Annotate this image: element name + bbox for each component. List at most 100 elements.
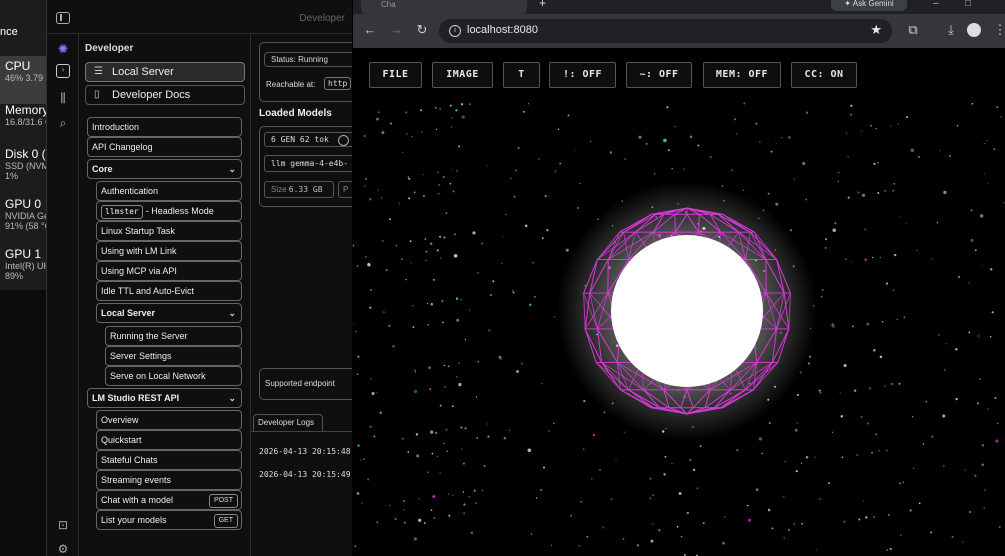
download-icon[interactable]: ⊡ bbox=[54, 516, 72, 534]
doc-mcp-api[interactable]: Using MCP via API bbox=[96, 261, 242, 281]
star bbox=[443, 364, 446, 367]
star bbox=[624, 158, 627, 160]
book-icon: ▯ bbox=[94, 89, 100, 100]
forward-arrow-icon[interactable]: → bbox=[387, 22, 405, 37]
mem-toggle[interactable]: MEM: OFF bbox=[703, 62, 781, 88]
star bbox=[867, 422, 870, 425]
cc-toggle[interactable]: CC: ON bbox=[791, 62, 857, 88]
star bbox=[758, 437, 763, 441]
image-button[interactable]: IMAGE bbox=[432, 62, 493, 88]
developer-docs-nav-button[interactable]: ▯ Developer Docs bbox=[85, 85, 245, 105]
doc-streaming-events[interactable]: Streaming events bbox=[96, 470, 242, 490]
models-icon[interactable]: ⫼ bbox=[54, 89, 72, 107]
doc-linux-startup[interactable]: Linux Startup Task bbox=[96, 221, 242, 241]
star bbox=[535, 497, 538, 499]
star bbox=[458, 362, 460, 364]
doc-running-server[interactable]: Running the Server bbox=[105, 326, 242, 346]
terminal-icon[interactable]: › bbox=[56, 64, 70, 78]
star bbox=[424, 238, 427, 240]
star bbox=[699, 445, 702, 448]
model-name[interactable]: llm gemma-4-e4b- bbox=[264, 155, 352, 172]
loaded-model-card[interactable]: 6 GEN 62 tok llm gemma-4-e4b- Size 6.33 … bbox=[259, 126, 352, 207]
chevron-down-icon: ⌄ bbox=[228, 393, 236, 403]
download-icon[interactable]: ⤓ bbox=[942, 22, 960, 38]
star bbox=[382, 311, 385, 314]
star bbox=[622, 537, 625, 540]
supported-endpoints-label: Supported endpoint bbox=[265, 379, 335, 388]
star bbox=[359, 459, 362, 461]
developer-logs-tab[interactable]: Developer Logs bbox=[253, 414, 323, 431]
status-indicator[interactable]: Status: Running bbox=[264, 52, 352, 67]
browser-tab[interactable]: Cha bbox=[361, 0, 527, 14]
settings-gear-icon[interactable]: ⚙ bbox=[54, 540, 72, 556]
star bbox=[367, 478, 370, 481]
star bbox=[527, 102, 530, 105]
new-tab-icon[interactable]: + bbox=[539, 0, 546, 10]
doc-list-models[interactable]: List your models GET bbox=[96, 510, 242, 530]
star bbox=[650, 539, 654, 543]
star bbox=[850, 113, 852, 116]
profile-avatar[interactable] bbox=[967, 23, 981, 37]
doc-idle-ttl[interactable]: Idle TTL and Auto-Evict bbox=[96, 281, 242, 301]
mesh-edge bbox=[698, 214, 700, 233]
doc-section-rest-api[interactable]: LM Studio REST API ⌄ bbox=[87, 388, 242, 408]
doc-section-local-server[interactable]: Local Server ⌄ bbox=[96, 303, 242, 323]
star bbox=[602, 526, 605, 529]
address-bar[interactable]: i localhost:8080 ★ bbox=[439, 19, 892, 43]
perf-item-gpu1[interactable]: GPU 1 Intel(R) UH 89% bbox=[0, 244, 46, 292]
star bbox=[886, 549, 889, 551]
star bbox=[439, 472, 441, 474]
back-arrow-icon[interactable]: ← bbox=[361, 22, 379, 37]
star bbox=[970, 238, 974, 243]
reachable-url[interactable]: http bbox=[324, 77, 352, 90]
supported-endpoints-card[interactable]: Supported endpoint bbox=[259, 368, 352, 400]
doc-introduction[interactable]: Introduction bbox=[87, 117, 242, 137]
reload-icon[interactable]: ↻ bbox=[413, 22, 431, 38]
doc-authentication[interactable]: Authentication bbox=[96, 181, 242, 201]
doc-server-settings[interactable]: Server Settings bbox=[105, 346, 242, 366]
sidebar-toggle-icon[interactable] bbox=[56, 12, 70, 24]
menu-dots-icon[interactable]: ⋮ bbox=[991, 22, 1005, 38]
perf-item-memory[interactable]: Memory 16.8/31.6 G bbox=[0, 100, 46, 148]
developer-bug-icon[interactable]: ✺ bbox=[54, 40, 72, 58]
ask-gemini-button[interactable]: ✦ Ask Gemini bbox=[831, 0, 907, 11]
doc-section-core[interactable]: Core ⌄ bbox=[87, 159, 242, 179]
doc-api-changelog[interactable]: API Changelog bbox=[87, 137, 242, 157]
site-info-icon[interactable]: i bbox=[449, 25, 461, 37]
doc-chat-model[interactable]: Chat with a model POST bbox=[96, 490, 242, 510]
star bbox=[578, 544, 581, 547]
star bbox=[475, 502, 477, 505]
doc-label: Overview bbox=[101, 415, 139, 425]
star bbox=[548, 430, 551, 433]
search-models-icon[interactable]: ⌕ bbox=[54, 114, 72, 132]
star bbox=[553, 422, 555, 425]
perf-item-cpu[interactable]: CPU 46% 3.79 G bbox=[0, 56, 46, 104]
doc-stateful-chats[interactable]: Stateful Chats bbox=[96, 450, 242, 470]
file-button[interactable]: FILE bbox=[369, 62, 422, 88]
star bbox=[447, 493, 450, 495]
star bbox=[542, 466, 546, 469]
doc-overview[interactable]: Overview bbox=[96, 410, 242, 430]
star bbox=[889, 547, 892, 551]
text-button[interactable]: T bbox=[503, 62, 540, 88]
perf-item-disk[interactable]: Disk 0 (C: SSD (NVM 1% bbox=[0, 144, 46, 192]
bang-toggle[interactable]: !: OFF bbox=[549, 62, 616, 88]
star bbox=[863, 500, 865, 502]
star bbox=[809, 355, 812, 358]
minimize-icon[interactable]: – bbox=[933, 0, 939, 9]
local-server-nav-button[interactable]: ☰ Local Server bbox=[85, 62, 245, 82]
star bbox=[487, 328, 491, 332]
star bbox=[986, 139, 988, 142]
doc-llmster[interactable]: llmster - Headless Mode bbox=[96, 201, 242, 221]
doc-serve-network[interactable]: Serve on Local Network bbox=[105, 366, 242, 386]
star bbox=[894, 253, 897, 257]
doc-lm-link[interactable]: Using with LM Link bbox=[96, 241, 242, 261]
star bbox=[537, 158, 540, 161]
star bbox=[435, 128, 438, 131]
doc-quickstart[interactable]: Quickstart bbox=[96, 430, 242, 450]
bookmark-star-icon[interactable]: ★ bbox=[870, 22, 882, 38]
perf-item-gpu0[interactable]: GPU 0 NVIDIA Ge 91% (58 °C bbox=[0, 194, 46, 242]
tilde-toggle[interactable]: ~: OFF bbox=[626, 62, 692, 88]
lens-icon[interactable]: ⧉ bbox=[904, 22, 922, 38]
maximize-icon[interactable]: □ bbox=[965, 0, 971, 9]
